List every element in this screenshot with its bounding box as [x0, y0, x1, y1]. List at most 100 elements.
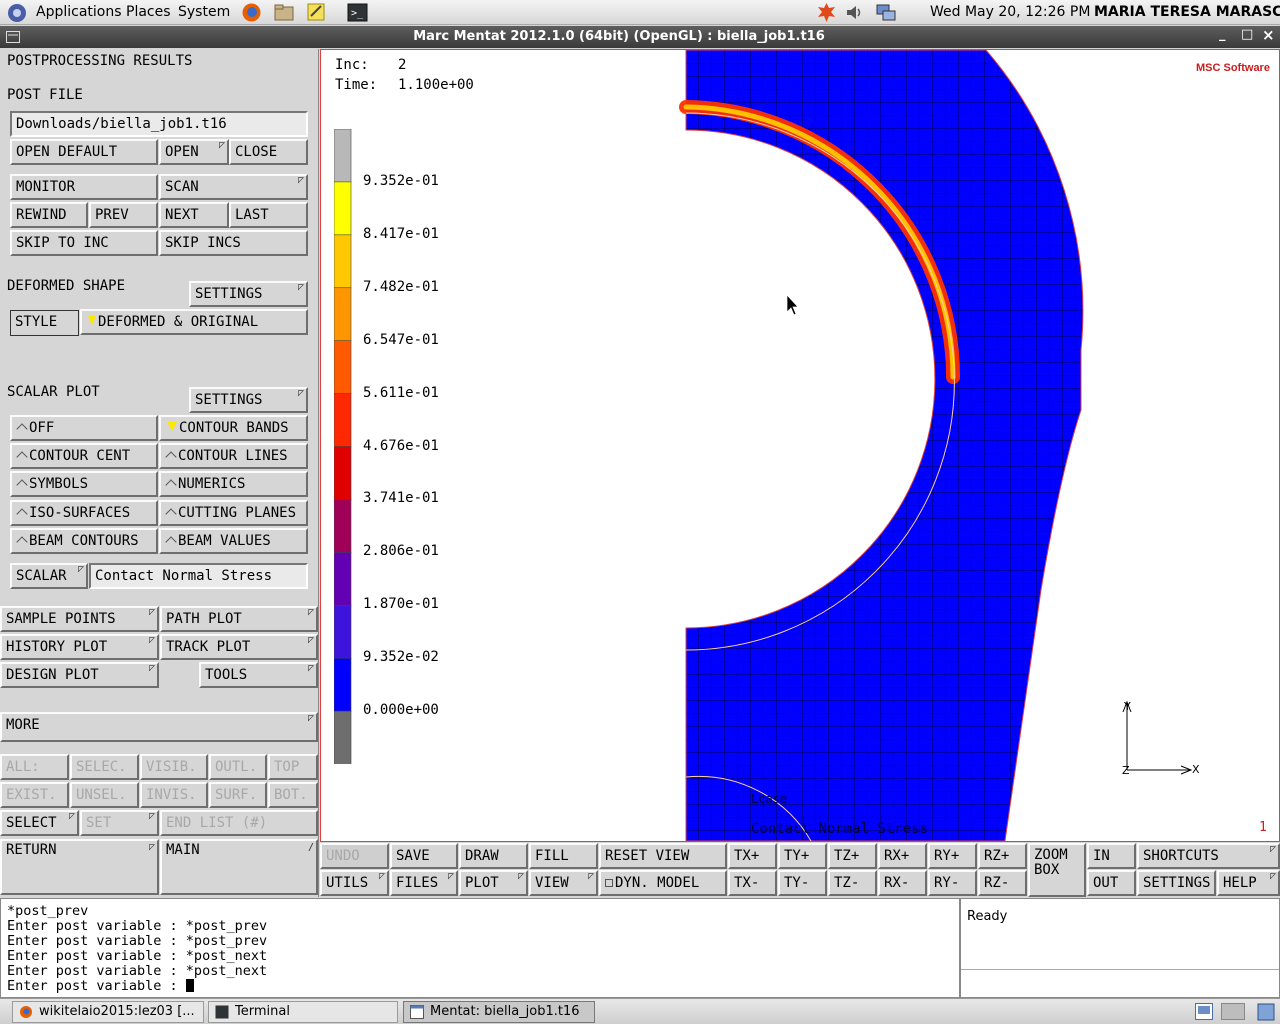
rx-plus-button[interactable]: RX+: [878, 843, 927, 869]
console-prompt[interactable]: Enter post variable :: [7, 978, 186, 994]
tz-plus-button[interactable]: TZ+: [828, 843, 877, 869]
workspace-2-icon[interactable]: [1221, 1003, 1245, 1020]
open-default-button[interactable]: OPEN DEFAULT: [10, 139, 158, 165]
close-button[interactable]: ×: [1262, 26, 1275, 44]
path-plot-button[interactable]: PATH PLOT ◸: [160, 606, 318, 632]
skip-to-inc-button[interactable]: SKIP TO INC: [10, 230, 158, 256]
terminal-icon[interactable]: >_: [347, 3, 368, 22]
scan-button[interactable]: SCAN ◸: [159, 174, 308, 200]
contour-lines-radio[interactable]: CONTOUR LINES: [159, 443, 308, 469]
maximize-button[interactable]: □: [1241, 27, 1253, 42]
shortcuts-button[interactable]: SHORTCUTS ◸: [1137, 843, 1280, 869]
mesh-model[interactable]: Lcase Contact Normal Stress Y X Z: [321, 50, 1279, 841]
ty-plus-button[interactable]: TY+: [778, 843, 827, 869]
return-button[interactable]: RETURN ◸: [0, 839, 159, 895]
network-icon[interactable]: [875, 3, 897, 22]
all-button[interactable]: ALL:: [0, 754, 69, 780]
symbols-radio[interactable]: SYMBOLS: [10, 471, 158, 497]
plot-button[interactable]: PLOT ◸: [459, 870, 528, 896]
save-button[interactable]: SAVE: [390, 843, 458, 869]
deformed-original-button[interactable]: DEFORMED & ORIGINAL: [80, 309, 308, 335]
rx-minus-button[interactable]: RX-: [878, 870, 927, 896]
close-file-button[interactable]: CLOSE: [229, 139, 308, 165]
zoom-in-button[interactable]: IN: [1087, 843, 1136, 869]
cutting-planes-radio[interactable]: CUTTING PLANES: [159, 500, 308, 526]
help-button[interactable]: HELP ◸: [1217, 870, 1280, 896]
numerics-radio[interactable]: NUMERICS: [159, 471, 308, 497]
outl-button[interactable]: OUTL.: [209, 754, 267, 780]
tx-plus-button[interactable]: TX+: [728, 843, 777, 869]
rz-plus-button[interactable]: RZ+: [978, 843, 1027, 869]
view-button[interactable]: VIEW ◸: [529, 870, 598, 896]
command-console[interactable]: *post_prev Enter post variable : *post_p…: [0, 898, 960, 998]
sample-points-button[interactable]: SAMPLE POINTS ◸: [0, 606, 159, 632]
iso-surfaces-radio[interactable]: ISO-SURFACES: [10, 500, 158, 526]
files-button[interactable]: FILES ◸: [390, 870, 458, 896]
rewind-button[interactable]: REWIND: [10, 202, 88, 228]
text-editor-icon[interactable]: [306, 2, 326, 22]
contour-cent-radio[interactable]: CONTOUR CENT: [10, 443, 158, 469]
next-button[interactable]: NEXT: [159, 202, 229, 228]
zoom-out-button[interactable]: OUT: [1087, 870, 1136, 896]
design-plot-button[interactable]: DESIGN PLOT ◸: [0, 662, 159, 688]
file-manager-icon[interactable]: [274, 3, 294, 22]
taskbar-item-mentat[interactable]: Mentat: biella_job1.t16: [403, 1001, 595, 1023]
track-plot-button[interactable]: TRACK PLOT ◸: [160, 634, 318, 660]
user-name[interactable]: MARIA TERESA MARASCO: [1094, 4, 1280, 20]
surf-button[interactable]: SURF.: [209, 782, 267, 808]
prev-button[interactable]: PREV: [89, 202, 158, 228]
skip-incs-button[interactable]: SKIP INCS: [159, 230, 308, 256]
history-plot-button[interactable]: HISTORY PLOT ◸: [0, 634, 159, 660]
ry-plus-button[interactable]: RY+: [928, 843, 977, 869]
open-button[interactable]: OPEN ◸: [159, 139, 229, 165]
tx-minus-button[interactable]: TX-: [728, 870, 777, 896]
undo-button[interactable]: UNDO: [320, 843, 389, 869]
utils-button[interactable]: UTILS ◸: [320, 870, 389, 896]
clock[interactable]: Wed May 20, 12:26 PM: [930, 4, 1090, 20]
exist-button[interactable]: EXIST.: [0, 782, 69, 808]
contour-bands-radio[interactable]: CONTOUR BANDS: [159, 415, 308, 441]
graphics-viewport[interactable]: Inc: 2 Time: 1.100e+00 9.352e-01 8.417e-0…: [320, 49, 1280, 842]
gnome-foot-icon[interactable]: [6, 2, 28, 24]
set-button[interactable]: SET ◸: [80, 810, 159, 836]
minimize-button[interactable]: _: [1219, 27, 1226, 42]
post-file-input[interactable]: Downloads/biella_job1.t16: [10, 111, 308, 137]
top-button[interactable]: TOP: [268, 754, 318, 780]
main-button[interactable]: MAIN /: [160, 839, 318, 895]
system-menu[interactable]: System: [178, 4, 230, 20]
tools-button[interactable]: TOOLS ◸: [199, 662, 318, 688]
settings-button[interactable]: SETTINGS: [1137, 870, 1216, 896]
visib-button[interactable]: VISIB.: [140, 754, 208, 780]
draw-button[interactable]: DRAW: [459, 843, 528, 869]
scalar-settings-button[interactable]: SETTINGS ◸: [189, 387, 308, 413]
taskbar-item-firefox[interactable]: wikitelaio2015:lez03 [...: [12, 1001, 204, 1023]
more-button[interactable]: MORE ◸: [0, 712, 318, 742]
last-button[interactable]: LAST: [229, 202, 308, 228]
taskbar-item-terminal[interactable]: Terminal: [208, 1001, 398, 1023]
monitor-button[interactable]: MONITOR: [10, 174, 158, 200]
off-radio[interactable]: OFF: [10, 415, 158, 441]
places-menu[interactable]: Places: [126, 4, 171, 20]
applications-menu[interactable]: Applications: [36, 4, 122, 20]
tz-minus-button[interactable]: TZ-: [828, 870, 877, 896]
selec-button[interactable]: SELEC.: [70, 754, 139, 780]
workspace-1-icon[interactable]: [1195, 1003, 1213, 1020]
fill-button[interactable]: FILL: [529, 843, 598, 869]
dyn-model-toggle[interactable]: DYN. MODEL: [599, 870, 727, 896]
firefox-icon[interactable]: [241, 2, 262, 23]
rz-minus-button[interactable]: RZ-: [978, 870, 1027, 896]
beam-values-radio[interactable]: BEAM VALUES: [159, 528, 308, 554]
window-titlebar[interactable]: Marc Mentat 2012.1.0 (64bit) (OpenGL) : …: [0, 26, 1280, 48]
unsel-button[interactable]: UNSEL.: [70, 782, 139, 808]
deformed-settings-button[interactable]: SETTINGS ◸: [189, 281, 308, 307]
scalar-value-field[interactable]: Contact Normal Stress: [89, 563, 308, 589]
update-alert-icon[interactable]: [816, 2, 837, 23]
select-button[interactable]: SELECT ◸: [0, 810, 79, 836]
volume-icon[interactable]: [845, 3, 865, 22]
beam-contours-radio[interactable]: BEAM CONTOURS: [10, 528, 158, 554]
style-button[interactable]: STYLE: [10, 310, 79, 336]
scalar-button[interactable]: SCALAR ◸: [10, 563, 88, 589]
invis-button[interactable]: INVIS.: [140, 782, 208, 808]
reset-view-button[interactable]: RESET VIEW: [599, 843, 727, 869]
ty-minus-button[interactable]: TY-: [778, 870, 827, 896]
